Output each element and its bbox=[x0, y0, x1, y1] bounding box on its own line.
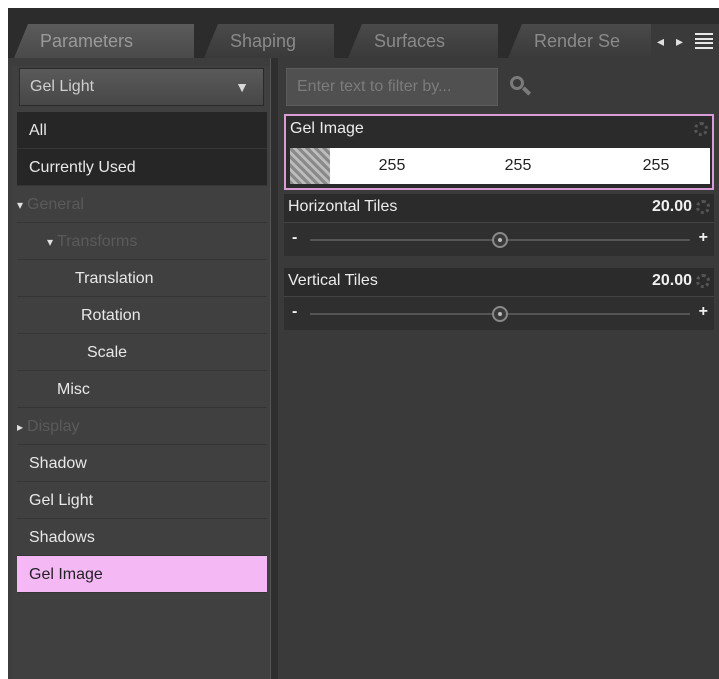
property-label: Gel Image bbox=[290, 120, 364, 137]
tree-item-shadow[interactable]: Shadow bbox=[17, 445, 267, 482]
property-value[interactable]: 20.00 bbox=[652, 194, 692, 220]
tree-item-label: All bbox=[29, 122, 47, 139]
decrement-icon[interactable]: - bbox=[292, 229, 297, 247]
property-groups-pane: Gel Light ▼ All Currently Used ▾ General … bbox=[12, 66, 270, 679]
tab-surfaces[interactable]: Surfaces bbox=[348, 24, 498, 58]
image-swatch[interactable] bbox=[290, 148, 330, 184]
tab-label: Parameters bbox=[40, 31, 134, 51]
tab-label: Surfaces bbox=[374, 31, 446, 51]
pane-splitter[interactable] bbox=[270, 58, 278, 679]
tab-scroll-left-icon[interactable]: ◂ bbox=[657, 33, 664, 50]
tab-render-settings[interactable]: Render Se bbox=[508, 24, 658, 58]
tree-item-shadows[interactable]: Shadows bbox=[17, 519, 267, 556]
gear-icon[interactable] bbox=[696, 274, 710, 288]
gear-icon[interactable] bbox=[696, 200, 710, 214]
property-label: Vertical Tiles bbox=[288, 272, 378, 289]
tree-item-label: Gel Image bbox=[29, 566, 103, 583]
tree-item-misc[interactable]: Misc bbox=[17, 371, 267, 408]
property-label: Horizontal Tiles bbox=[288, 198, 398, 215]
decrement-icon[interactable]: - bbox=[292, 303, 297, 321]
panel-menu-icon[interactable] bbox=[694, 31, 713, 51]
node-selector-dropdown[interactable]: Gel Light ▼ bbox=[19, 68, 264, 106]
tree-item-label: Shadows bbox=[29, 529, 95, 546]
tree-item-label: General bbox=[27, 196, 84, 213]
tree-item-label: Transforms bbox=[57, 233, 138, 250]
tree-item-label: Translation bbox=[75, 270, 154, 287]
tree-item-label: Gel Light bbox=[29, 492, 94, 509]
tree-item-translation[interactable]: Translation bbox=[17, 260, 267, 297]
properties-pane: Enter text to filter by... Gel Image 255… bbox=[278, 58, 719, 679]
chevron-down-icon: ▼ bbox=[235, 79, 249, 95]
tree-item-label: Rotation bbox=[81, 307, 141, 324]
tab-label: Render Se bbox=[534, 31, 621, 51]
tree-item-currently-used[interactable]: Currently Used bbox=[17, 149, 267, 186]
tab-scroll-right-icon[interactable]: ▸ bbox=[676, 33, 683, 50]
collapse-arrow-icon[interactable]: ▸ bbox=[17, 420, 23, 434]
slider-knob[interactable] bbox=[492, 232, 508, 248]
property-header: Vertical Tiles 20.00 bbox=[284, 268, 714, 296]
color-green-value[interactable]: 255 bbox=[488, 148, 548, 184]
filter-input[interactable]: Enter text to filter by... bbox=[286, 68, 498, 106]
tree-item-label: Scale bbox=[87, 344, 128, 361]
expand-arrow-icon[interactable]: ▾ bbox=[47, 235, 53, 249]
search-icon[interactable] bbox=[510, 76, 532, 100]
filter-placeholder: Enter text to filter by... bbox=[297, 78, 452, 95]
tree-item-transforms[interactable]: ▾ Transforms bbox=[17, 223, 267, 260]
tree-item-label: Currently Used bbox=[29, 159, 136, 176]
slider-knob[interactable] bbox=[492, 306, 508, 322]
expand-arrow-icon[interactable]: ▾ bbox=[17, 198, 23, 212]
horizontal-tiles-property: Horizontal Tiles 20.00 - + bbox=[284, 194, 714, 256]
increment-icon[interactable]: + bbox=[699, 303, 708, 321]
horizontal-tiles-slider[interactable]: - + bbox=[284, 222, 714, 256]
tree-item-label: Shadow bbox=[29, 455, 87, 472]
parameters-panel: Parameters Shaping Surfaces Render Se ◂ … bbox=[8, 8, 719, 679]
tab-label: Shaping bbox=[230, 31, 297, 51]
property-header: Horizontal Tiles 20.00 bbox=[284, 194, 714, 222]
property-header: Gel Image bbox=[286, 116, 712, 144]
tree-item-label: Misc bbox=[57, 381, 90, 398]
color-value-field[interactable]: 255 255 255 bbox=[290, 148, 710, 184]
tree-item-display[interactable]: ▸ Display bbox=[17, 408, 267, 445]
property-group-tree: All Currently Used ▾ General ▾ Transforms … bbox=[17, 112, 267, 593]
tree-item-label: Display bbox=[27, 418, 80, 435]
color-blue-value[interactable]: 255 bbox=[626, 148, 686, 184]
tab-parameters[interactable]: Parameters bbox=[14, 24, 194, 58]
color-red-value[interactable]: 255 bbox=[362, 148, 422, 184]
tree-item-general[interactable]: ▾ General bbox=[17, 186, 267, 223]
tree-item-gel-image[interactable]: Gel Image bbox=[17, 556, 267, 593]
tab-shaping[interactable]: Shaping bbox=[204, 24, 334, 58]
tree-item-all[interactable]: All bbox=[17, 112, 267, 149]
vertical-tiles-slider[interactable]: - + bbox=[284, 296, 714, 330]
property-value[interactable]: 20.00 bbox=[652, 268, 692, 294]
tab-bar: Parameters Shaping Surfaces Render Se ◂ … bbox=[8, 8, 719, 58]
gear-icon[interactable] bbox=[694, 122, 708, 136]
gel-image-property: Gel Image 255 255 255 bbox=[284, 114, 714, 190]
increment-icon[interactable]: + bbox=[699, 229, 708, 247]
tree-item-scale[interactable]: Scale bbox=[17, 334, 267, 371]
tree-item-gel-light[interactable]: Gel Light bbox=[17, 482, 267, 519]
tab-navigation: ◂ ▸ bbox=[651, 24, 719, 58]
dropdown-value: Gel Light bbox=[30, 78, 95, 95]
tree-item-rotation[interactable]: Rotation bbox=[17, 297, 267, 334]
vertical-tiles-property: Vertical Tiles 20.00 - + bbox=[284, 268, 714, 330]
